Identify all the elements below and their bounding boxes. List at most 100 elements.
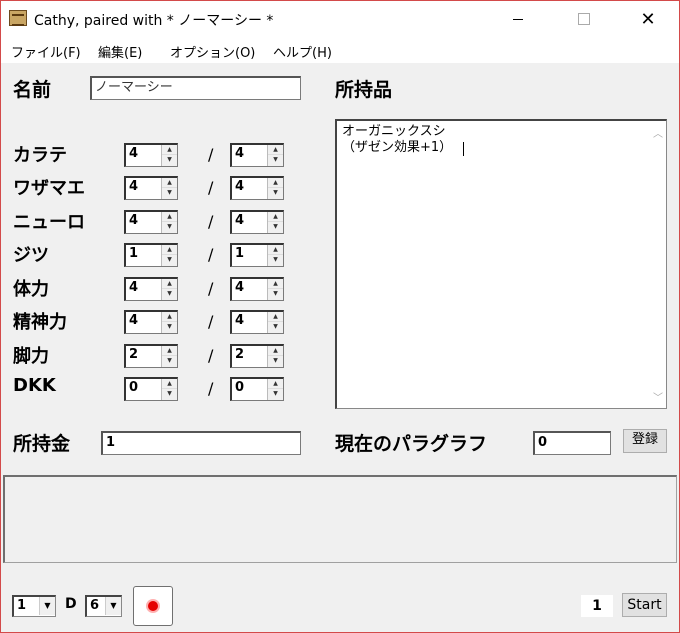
stat-current-stepper[interactable]: 4 ▲ ▼ (124, 143, 178, 167)
paragraph-input[interactable]: 0 (533, 431, 611, 455)
stat-separator: / (208, 312, 214, 331)
menu-file[interactable]: ファイル(F) (11, 42, 81, 61)
window-title: Cathy, paired with * ノーマーシー * (34, 13, 274, 29)
stat-max-stepper[interactable]: 4 ▲ ▼ (230, 277, 284, 301)
spin-down-icon[interactable]: ▼ (268, 389, 283, 399)
spin-up-icon[interactable]: ▲ (162, 379, 177, 389)
stat-label-hp: 体力 (13, 279, 49, 300)
stat-max-stepper[interactable]: 4 ▲ ▼ (230, 143, 284, 167)
spin-up-icon[interactable]: ▲ (268, 279, 283, 289)
spin-down-icon[interactable]: ▼ (162, 188, 177, 198)
stat-label-jitsu: ジツ (13, 245, 49, 266)
spin-up-icon[interactable]: ▲ (162, 312, 177, 322)
spin-up-icon[interactable]: ▲ (162, 279, 177, 289)
spin-up-icon[interactable]: ▲ (268, 145, 283, 155)
spin-down-icon[interactable]: ▼ (162, 356, 177, 366)
stat-current-stepper[interactable]: 0 ▲ ▼ (124, 377, 178, 401)
items-scrollbar[interactable]: ︿ ﹀ (649, 121, 666, 408)
money-label: 所持金 (13, 433, 71, 455)
items-textarea[interactable]: オーガニックスシ （ザゼン効果+1） ︿ ﹀ (335, 119, 667, 409)
register-button[interactable]: 登録 (623, 429, 667, 453)
menu-help[interactable]: ヘルプ(H) (273, 42, 332, 61)
log-area (3, 475, 677, 563)
dice-result: 1 (581, 595, 613, 617)
spin-up-icon[interactable]: ▲ (268, 178, 283, 188)
chevron-down-icon[interactable]: ▼ (39, 597, 55, 615)
maximize-button[interactable] (561, 1, 607, 37)
stat-current-stepper[interactable]: 4 ▲ ▼ (124, 310, 178, 334)
spin-down-icon[interactable]: ▼ (268, 356, 283, 366)
main-window: Cathy, paired with * ノーマーシー * ✕ ファイル(F) … (0, 0, 680, 633)
spin-down-icon[interactable]: ▼ (268, 188, 283, 198)
menu-edit[interactable]: 編集(E) (98, 42, 142, 61)
stat-current-stepper[interactable]: 1 ▲ ▼ (124, 243, 178, 267)
character-panel: 名前 ノーマーシー 所持品 オーガニックスシ （ザゼン効果+1） ︿ ﹀ カラテ… (1, 63, 679, 473)
stat-current-stepper[interactable]: 4 ▲ ▼ (124, 277, 178, 301)
spin-down-icon[interactable]: ▼ (268, 222, 283, 232)
stat-separator: / (208, 279, 214, 298)
dice-sides-select[interactable]: 6 ▼ (85, 595, 122, 617)
stat-max-stepper[interactable]: 1 ▲ ▼ (230, 243, 284, 267)
spin-down-icon[interactable]: ▼ (268, 289, 283, 299)
spin-up-icon[interactable]: ▲ (162, 346, 177, 356)
spin-up-icon[interactable]: ▲ (268, 212, 283, 222)
spin-up-icon[interactable]: ▲ (268, 312, 283, 322)
scroll-down-icon[interactable]: ﹀ (653, 389, 663, 404)
stat-current-stepper[interactable]: 2 ▲ ▼ (124, 344, 178, 368)
spin-down-icon[interactable]: ▼ (162, 255, 177, 265)
spin-up-icon[interactable]: ▲ (268, 245, 283, 255)
spin-up-icon[interactable]: ▲ (162, 145, 177, 155)
stat-label-legs: 脚力 (13, 346, 49, 367)
stat-separator: / (208, 379, 214, 398)
stat-label-neuro: ニューロ (13, 212, 85, 233)
menu-bar: ファイル(F) 編集(E) オプション(O) ヘルプ(H) (1, 37, 679, 63)
close-button[interactable]: ✕ (625, 1, 671, 37)
stat-max-stepper[interactable]: 0 ▲ ▼ (230, 377, 284, 401)
spin-down-icon[interactable]: ▼ (162, 289, 177, 299)
stat-separator: / (208, 178, 214, 197)
stat-separator: / (208, 245, 214, 264)
items-text: オーガニックスシ （ザゼン効果+1） (342, 124, 453, 155)
items-label: 所持品 (335, 79, 393, 101)
record-icon (148, 601, 158, 611)
menu-options[interactable]: オプション(O) (170, 42, 255, 61)
spin-down-icon[interactable]: ▼ (162, 389, 177, 399)
stat-current-stepper[interactable]: 4 ▲ ▼ (124, 176, 178, 200)
title-bar: Cathy, paired with * ノーマーシー * ✕ (1, 1, 679, 37)
text-caret (463, 142, 464, 156)
stat-label-mind: 精神力 (13, 312, 67, 333)
spin-up-icon[interactable]: ▲ (162, 178, 177, 188)
paragraph-label: 現在のパラグラフ (335, 433, 488, 455)
stat-max-stepper[interactable]: 2 ▲ ▼ (230, 344, 284, 368)
stat-max-stepper[interactable]: 4 ▲ ▼ (230, 210, 284, 234)
stat-max-stepper[interactable]: 4 ▲ ▼ (230, 176, 284, 200)
stat-current-stepper[interactable]: 4 ▲ ▼ (124, 210, 178, 234)
stat-max-stepper[interactable]: 4 ▲ ▼ (230, 310, 284, 334)
scroll-up-icon[interactable]: ︿ (653, 125, 663, 140)
start-button[interactable]: Start (622, 593, 667, 617)
name-label: 名前 (13, 79, 52, 101)
chevron-down-icon[interactable]: ▼ (105, 597, 121, 615)
stat-separator: / (208, 145, 214, 164)
stat-separator: / (208, 212, 214, 231)
dice-d-label: D (65, 596, 77, 612)
spin-up-icon[interactable]: ▲ (268, 346, 283, 356)
spin-up-icon[interactable]: ▲ (162, 245, 177, 255)
spin-down-icon[interactable]: ▼ (162, 322, 177, 332)
book-icon (9, 10, 27, 26)
spin-down-icon[interactable]: ▼ (268, 255, 283, 265)
money-input[interactable]: 1 (101, 431, 301, 455)
spin-up-icon[interactable]: ▲ (268, 379, 283, 389)
spin-up-icon[interactable]: ▲ (162, 212, 177, 222)
spin-down-icon[interactable]: ▼ (268, 155, 283, 165)
dice-count-select[interactable]: 1 ▼ (12, 595, 56, 617)
record-button[interactable] (133, 586, 173, 626)
stat-label-dkk: DKK (13, 375, 56, 396)
stat-label-wazamae: ワザマエ (13, 178, 85, 199)
stat-label-karate: カラテ (13, 145, 67, 166)
spin-down-icon[interactable]: ▼ (268, 322, 283, 332)
minimize-button[interactable] (495, 1, 541, 37)
spin-down-icon[interactable]: ▼ (162, 155, 177, 165)
name-input[interactable]: ノーマーシー (90, 76, 301, 100)
spin-down-icon[interactable]: ▼ (162, 222, 177, 232)
